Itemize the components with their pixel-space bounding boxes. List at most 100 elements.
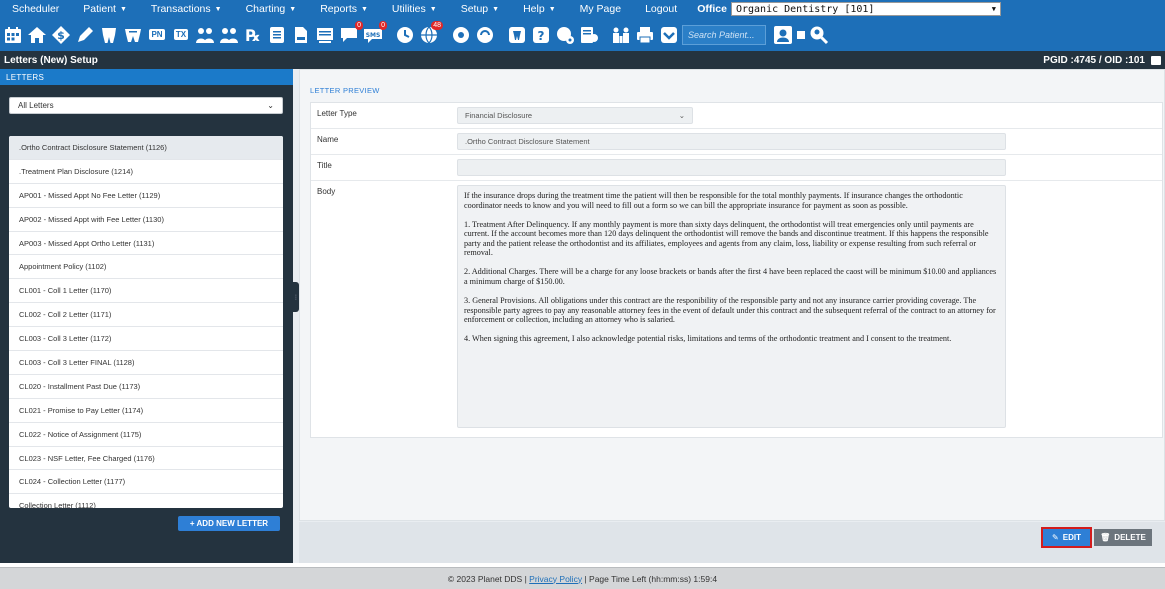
letter-type-label: Letter Type: [317, 109, 357, 118]
letter-list-item[interactable]: .Ortho Contract Disclosure Statement (11…: [9, 136, 283, 160]
mail-list-icon[interactable]: [314, 24, 336, 46]
letter-list-item[interactable]: CL001 - Coll 1 Letter (1170): [9, 279, 283, 304]
file-icon[interactable]: [290, 24, 312, 46]
letter-list-item[interactable]: CL003 - Coll 3 Letter (1172): [9, 327, 283, 352]
chevron-down-icon: ⌄: [678, 111, 685, 120]
letter-list-item[interactable]: CL021 - Promise to Pay Letter (1174): [9, 399, 283, 423]
letter-list-item[interactable]: CL003 - Coll 3 Letter FINAL (1128): [9, 351, 283, 375]
tooth-box-icon[interactable]: [506, 24, 528, 46]
caret-down-icon: ▼: [429, 5, 437, 13]
help-box-icon[interactable]: ?: [530, 24, 552, 46]
gear-globe-icon[interactable]: [554, 24, 576, 46]
letter-list-item[interactable]: AP001 - Missed Appt No Fee Letter (1129): [9, 184, 283, 208]
edit-button[interactable]: ✎ EDIT: [1041, 527, 1092, 548]
menu-utilities[interactable]: Utilities ▼: [380, 3, 449, 15]
letter-preview-form: Letter Type Financial Disclosure ⌄ Name …: [310, 102, 1163, 438]
menu-logout[interactable]: Logout: [633, 3, 689, 15]
dollar-icon[interactable]: $: [50, 24, 72, 46]
sms-icon[interactable]: SMS 0: [362, 20, 387, 46]
letter-type-row: Letter Type Financial Disclosure ⌄: [311, 103, 1162, 129]
menu-label: Reports: [320, 3, 357, 15]
zoom-patient-icon[interactable]: [808, 24, 830, 46]
body-text-area[interactable]: If the insurance drops during the treatm…: [457, 185, 1006, 428]
page-title-bar: Letters (New) Setup PGID :4745 / OID :10…: [0, 51, 1165, 69]
letter-filter-select[interactable]: All Letters ⌄: [9, 97, 283, 114]
name-row: Name .Ortho Contract Disclosure Statemen…: [311, 129, 1162, 155]
title-field[interactable]: [457, 159, 1006, 176]
letter-list-item[interactable]: AP002 - Missed Appt with Fee Letter (113…: [9, 208, 283, 232]
caret-down-icon: ▼: [360, 5, 368, 13]
menu-patient[interactable]: Patient ▼: [71, 3, 139, 15]
support-icon[interactable]: [474, 24, 496, 46]
chevron-down-icon: ⌄: [267, 101, 274, 110]
home-icon[interactable]: [26, 24, 48, 46]
family-add-icon[interactable]: [218, 24, 240, 46]
document-icon[interactable]: [266, 24, 288, 46]
letter-list-item[interactable]: .Treatment Plan Disclosure (1214): [9, 160, 283, 184]
name-field[interactable]: .Ortho Contract Disclosure Statement: [457, 133, 1006, 150]
chat-icon[interactable]: 0: [338, 20, 363, 46]
patient-search-input[interactable]: Search Patient...: [682, 24, 766, 45]
caret-down-icon: ▼: [548, 5, 556, 13]
edit-label: EDIT: [1062, 533, 1081, 542]
top-menu-bar: Scheduler Patient ▼ Transactions ▼ Chartin…: [0, 0, 1165, 18]
checkbox-icon[interactable]: [796, 24, 806, 46]
trash-icon: 🗑: [1100, 533, 1111, 542]
menu-reports[interactable]: Reports ▼: [308, 3, 380, 15]
title-row: Title: [311, 155, 1162, 181]
menu-scheduler[interactable]: Scheduler: [0, 3, 71, 15]
caret-down-icon: ▼: [214, 5, 222, 13]
progress-notes-icon[interactable]: PN: [146, 24, 168, 46]
calendar-icon[interactable]: [2, 24, 24, 46]
prescription-icon[interactable]: ℞: [242, 24, 264, 46]
page-time-left: | Page Time Left (hh:mm:ss) 1:59:4: [584, 573, 718, 584]
user-search-icon[interactable]: [772, 24, 794, 46]
office-select[interactable]: Organic Dentistry [101] ▼: [730, 2, 1001, 16]
printer-icon[interactable]: [634, 24, 656, 46]
letter-list-item[interactable]: CL023 - NSF Letter, Fee Charged (1176): [9, 447, 283, 471]
tooth-chart-icon[interactable]: [122, 24, 144, 46]
menu-label: Logout: [645, 3, 678, 15]
caret-down-icon: ▼: [492, 5, 500, 13]
letter-list-item[interactable]: Appointment Policy (1102): [9, 255, 283, 280]
body-paragraph: 3. General Provisions. All obligations u…: [464, 295, 996, 325]
body-paragraph: 1. Treatment After Delinquency. If any m…: [464, 219, 989, 258]
menu-setup[interactable]: Setup ▼: [449, 3, 511, 15]
pgid-oid: PGID :4745 / OID :101: [1043, 54, 1145, 66]
add-new-letter-button[interactable]: + ADD NEW LETTER: [178, 516, 280, 531]
delete-button[interactable]: 🗑 DELETE: [1094, 529, 1152, 546]
caret-down-icon: ▼: [289, 5, 297, 13]
pen-icon[interactable]: [74, 24, 96, 46]
body-paragraph: 4. When signing this agreement, I also a…: [464, 334, 952, 344]
menu-help[interactable]: Help ▼: [511, 3, 568, 15]
globe-icon[interactable]: 48: [418, 20, 443, 46]
menu-my-page[interactable]: My Page: [568, 3, 633, 15]
menu-charting[interactable]: Charting ▼: [234, 3, 309, 15]
tooth-icon[interactable]: [98, 24, 120, 46]
people-icon[interactable]: [610, 24, 632, 46]
preview-section-title: LETTER PREVIEW: [310, 86, 380, 95]
office-label: Office: [697, 3, 727, 15]
main-content: LETTER PREVIEW Letter Type Financial Dis…: [299, 69, 1165, 563]
letter-list-item[interactable]: Collection Letter (1112): [9, 494, 283, 508]
footer-copyright: © 2023 Planet DDS |: [447, 573, 527, 584]
print-icon[interactable]: [1151, 55, 1161, 65]
scan-icon[interactable]: [578, 24, 600, 46]
menu-transactions[interactable]: Transactions ▼: [139, 3, 234, 15]
caret-down-icon: ▼: [119, 5, 127, 13]
letter-list-item[interactable]: CL024 - Collection Letter (1177): [9, 470, 283, 495]
family-icon[interactable]: [194, 24, 216, 46]
network-icon[interactable]: [450, 24, 472, 46]
letter-type-select[interactable]: Financial Disclosure ⌄: [457, 107, 693, 124]
letter-list-item[interactable]: AP003 - Missed Appt Ortho Letter (1131): [9, 232, 283, 256]
privacy-policy-link[interactable]: Privacy Policy: [529, 574, 582, 584]
menu-label: Setup: [460, 3, 489, 15]
letter-list-item[interactable]: CL020 - Installment Past Due (1173): [9, 375, 283, 399]
letter-list-item[interactable]: CL022 - Notice of Assignment (1175): [9, 423, 283, 447]
check-shield-icon[interactable]: [658, 24, 680, 46]
letter-type-value: Financial Disclosure: [465, 111, 533, 120]
letter-list-item[interactable]: CL002 - Coll 2 Letter (1171): [9, 303, 283, 328]
menu-label: Utilities: [391, 3, 426, 15]
clock-icon[interactable]: [394, 24, 416, 46]
treatment-icon[interactable]: TX: [170, 24, 192, 46]
